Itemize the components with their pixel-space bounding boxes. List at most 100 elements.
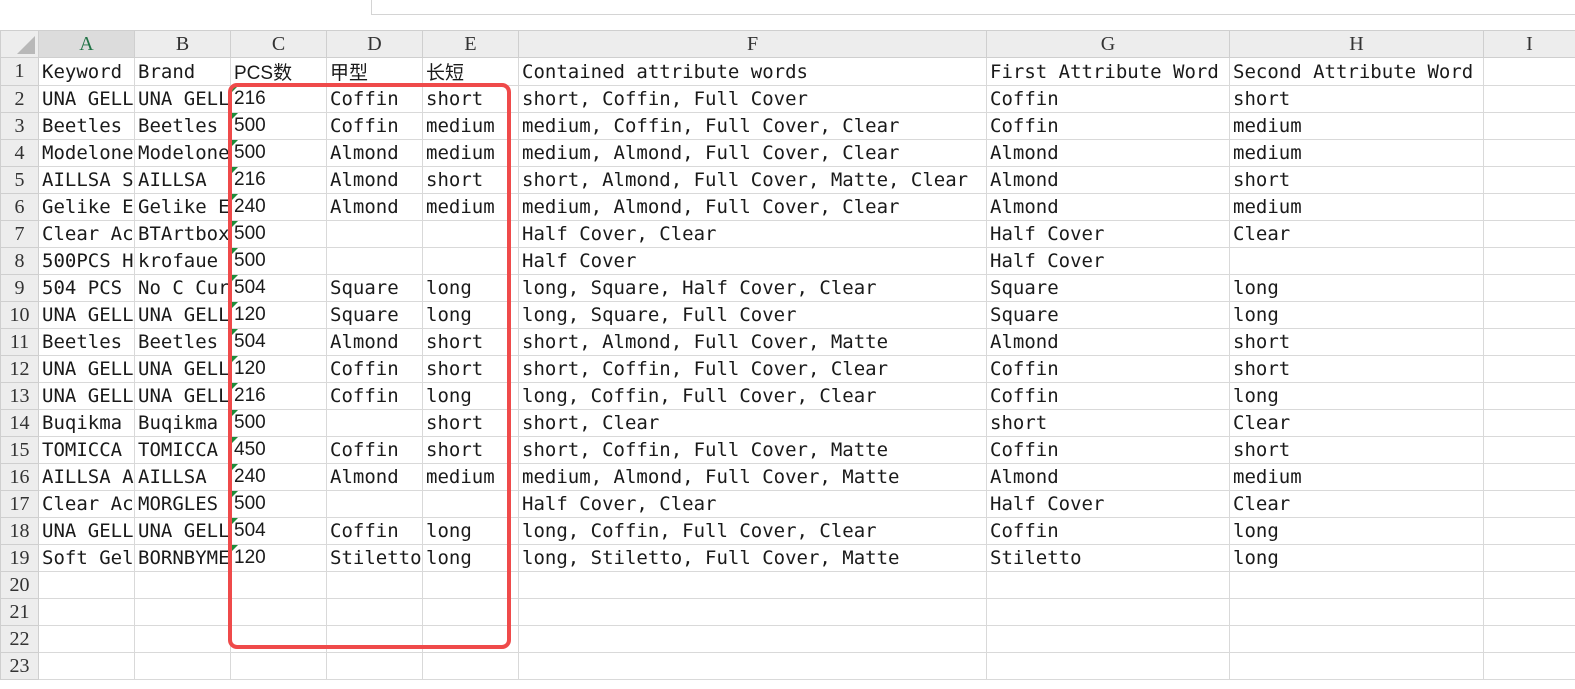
column-header-f[interactable]: F bbox=[518, 30, 987, 58]
cell-first-attribute[interactable]: Half Cover bbox=[986, 247, 1230, 275]
cell-length[interactable]: medium bbox=[422, 112, 519, 140]
cell-pcs[interactable]: 216 bbox=[230, 166, 327, 194]
cell-contained-words[interactable]: short, Clear bbox=[518, 409, 987, 437]
cell-nail-shape[interactable]: Almond bbox=[326, 193, 423, 221]
cell-length[interactable] bbox=[422, 220, 519, 248]
cell[interactable] bbox=[1483, 571, 1575, 599]
cell[interactable] bbox=[1483, 301, 1575, 329]
cell[interactable] bbox=[1483, 57, 1575, 86]
cell-pcs[interactable]: 216 bbox=[230, 85, 327, 113]
cell-pcs[interactable]: 500 bbox=[230, 247, 327, 275]
cell-keyword[interactable]: Beetles ( bbox=[38, 112, 135, 140]
cell[interactable] bbox=[1483, 436, 1575, 464]
cell-nail-shape[interactable]: Almond bbox=[326, 166, 423, 194]
cell[interactable] bbox=[326, 652, 423, 680]
cell-contained-words[interactable]: Half Cover bbox=[518, 247, 987, 275]
cell-first-attribute[interactable]: Almond bbox=[986, 463, 1230, 491]
cell[interactable] bbox=[1483, 463, 1575, 491]
cell-keyword[interactable]: AILLSA SI bbox=[38, 166, 135, 194]
header-cell-second-attribute[interactable]: Second Attribute Word bbox=[1229, 57, 1484, 86]
cell-length[interactable]: long bbox=[422, 544, 519, 572]
row-header[interactable]: 11 bbox=[0, 328, 39, 356]
cell[interactable] bbox=[518, 652, 987, 680]
cell[interactable] bbox=[134, 652, 231, 680]
cell-contained-words[interactable]: medium, Almond, Full Cover, Matte bbox=[518, 463, 987, 491]
cell[interactable] bbox=[1483, 112, 1575, 140]
column-header-i[interactable]: I bbox=[1483, 30, 1575, 58]
cell-contained-words[interactable]: long, Coffin, Full Cover, Clear bbox=[518, 382, 987, 410]
header-cell-keyword[interactable]: Keyword bbox=[38, 57, 135, 86]
cell[interactable] bbox=[1229, 625, 1484, 653]
cell[interactable] bbox=[134, 571, 231, 599]
cell-first-attribute[interactable]: Coffin bbox=[986, 112, 1230, 140]
cell-brand[interactable]: UNA GELL bbox=[134, 355, 231, 383]
cell[interactable] bbox=[1483, 193, 1575, 221]
row-header[interactable]: 7 bbox=[0, 220, 39, 248]
cell[interactable] bbox=[1483, 355, 1575, 383]
formula-input[interactable] bbox=[371, 0, 1575, 15]
cell-brand[interactable]: UNA GELL bbox=[134, 517, 231, 545]
cell-pcs[interactable]: 500 bbox=[230, 139, 327, 167]
cell-pcs[interactable]: 216 bbox=[230, 382, 327, 410]
row-header[interactable]: 14 bbox=[0, 409, 39, 437]
header-cell-length[interactable]: 长短 bbox=[422, 57, 519, 86]
cell-keyword[interactable]: UNA GELLA bbox=[38, 517, 135, 545]
header-cell-pcs[interactable]: PCS数 bbox=[230, 57, 327, 86]
cell-brand[interactable]: TOMICCA bbox=[134, 436, 231, 464]
cell-first-attribute[interactable]: Coffin bbox=[986, 436, 1230, 464]
cell-contained-words[interactable]: medium, Almond, Full Cover, Clear bbox=[518, 193, 987, 221]
cell-pcs[interactable]: 504 bbox=[230, 274, 327, 302]
cell-first-attribute[interactable]: short bbox=[986, 409, 1230, 437]
cell-nail-shape[interactable]: Square bbox=[326, 301, 423, 329]
cell-contained-words[interactable]: short, Almond, Full Cover, Matte, Clear bbox=[518, 166, 987, 194]
cell-nail-shape[interactable] bbox=[326, 490, 423, 518]
cell-keyword[interactable]: 500PCS Ha bbox=[38, 247, 135, 275]
cell-second-attribute[interactable]: short bbox=[1229, 166, 1484, 194]
cell-pcs[interactable]: 240 bbox=[230, 463, 327, 491]
cell-contained-words[interactable]: long, Coffin, Full Cover, Clear bbox=[518, 517, 987, 545]
cell[interactable] bbox=[326, 625, 423, 653]
cell-second-attribute[interactable]: Clear bbox=[1229, 220, 1484, 248]
column-header-d[interactable]: D bbox=[326, 30, 423, 58]
cell-pcs[interactable]: 450 bbox=[230, 436, 327, 464]
cell-nail-shape[interactable]: Coffin bbox=[326, 517, 423, 545]
cell-pcs[interactable]: 500 bbox=[230, 220, 327, 248]
cell-nail-shape[interactable] bbox=[326, 409, 423, 437]
column-header-e[interactable]: E bbox=[422, 30, 519, 58]
cell-contained-words[interactable]: Half Cover, Clear bbox=[518, 220, 987, 248]
cell-length[interactable] bbox=[422, 247, 519, 275]
cell-length[interactable] bbox=[422, 490, 519, 518]
cell[interactable] bbox=[986, 652, 1230, 680]
cell[interactable] bbox=[1483, 328, 1575, 356]
cell[interactable] bbox=[422, 652, 519, 680]
cell-length[interactable]: short bbox=[422, 355, 519, 383]
cell[interactable] bbox=[422, 598, 519, 626]
cell-nail-shape[interactable]: Almond bbox=[326, 328, 423, 356]
cell[interactable] bbox=[38, 598, 135, 626]
cell-first-attribute[interactable]: Coffin bbox=[986, 355, 1230, 383]
cell[interactable] bbox=[1483, 85, 1575, 113]
row-header[interactable]: 5 bbox=[0, 166, 39, 194]
cell-length[interactable]: short bbox=[422, 436, 519, 464]
cell-first-attribute[interactable]: Almond bbox=[986, 193, 1230, 221]
row-header[interactable]: 9 bbox=[0, 274, 39, 302]
cell-nail-shape[interactable]: Coffin bbox=[326, 112, 423, 140]
cell-contained-words[interactable]: short, Coffin, Full Cover bbox=[518, 85, 987, 113]
cell-second-attribute[interactable]: long bbox=[1229, 382, 1484, 410]
column-header-c[interactable]: C bbox=[230, 30, 327, 58]
cell-brand[interactable]: No C Curv bbox=[134, 274, 231, 302]
cell-nail-shape[interactable]: Almond bbox=[326, 463, 423, 491]
cell-nail-shape[interactable]: Square bbox=[326, 274, 423, 302]
cell[interactable] bbox=[1483, 490, 1575, 518]
cell-first-attribute[interactable]: Square bbox=[986, 274, 1230, 302]
cell[interactable] bbox=[230, 571, 327, 599]
cell-length[interactable]: short bbox=[422, 85, 519, 113]
cell-first-attribute[interactable]: Almond bbox=[986, 166, 1230, 194]
row-header[interactable]: 4 bbox=[0, 139, 39, 167]
cell-nail-shape[interactable] bbox=[326, 247, 423, 275]
cell[interactable] bbox=[1483, 517, 1575, 545]
cell-length[interactable]: medium bbox=[422, 193, 519, 221]
cell[interactable] bbox=[326, 571, 423, 599]
cell-first-attribute[interactable]: Coffin bbox=[986, 517, 1230, 545]
column-header-a[interactable]: A bbox=[38, 30, 135, 58]
